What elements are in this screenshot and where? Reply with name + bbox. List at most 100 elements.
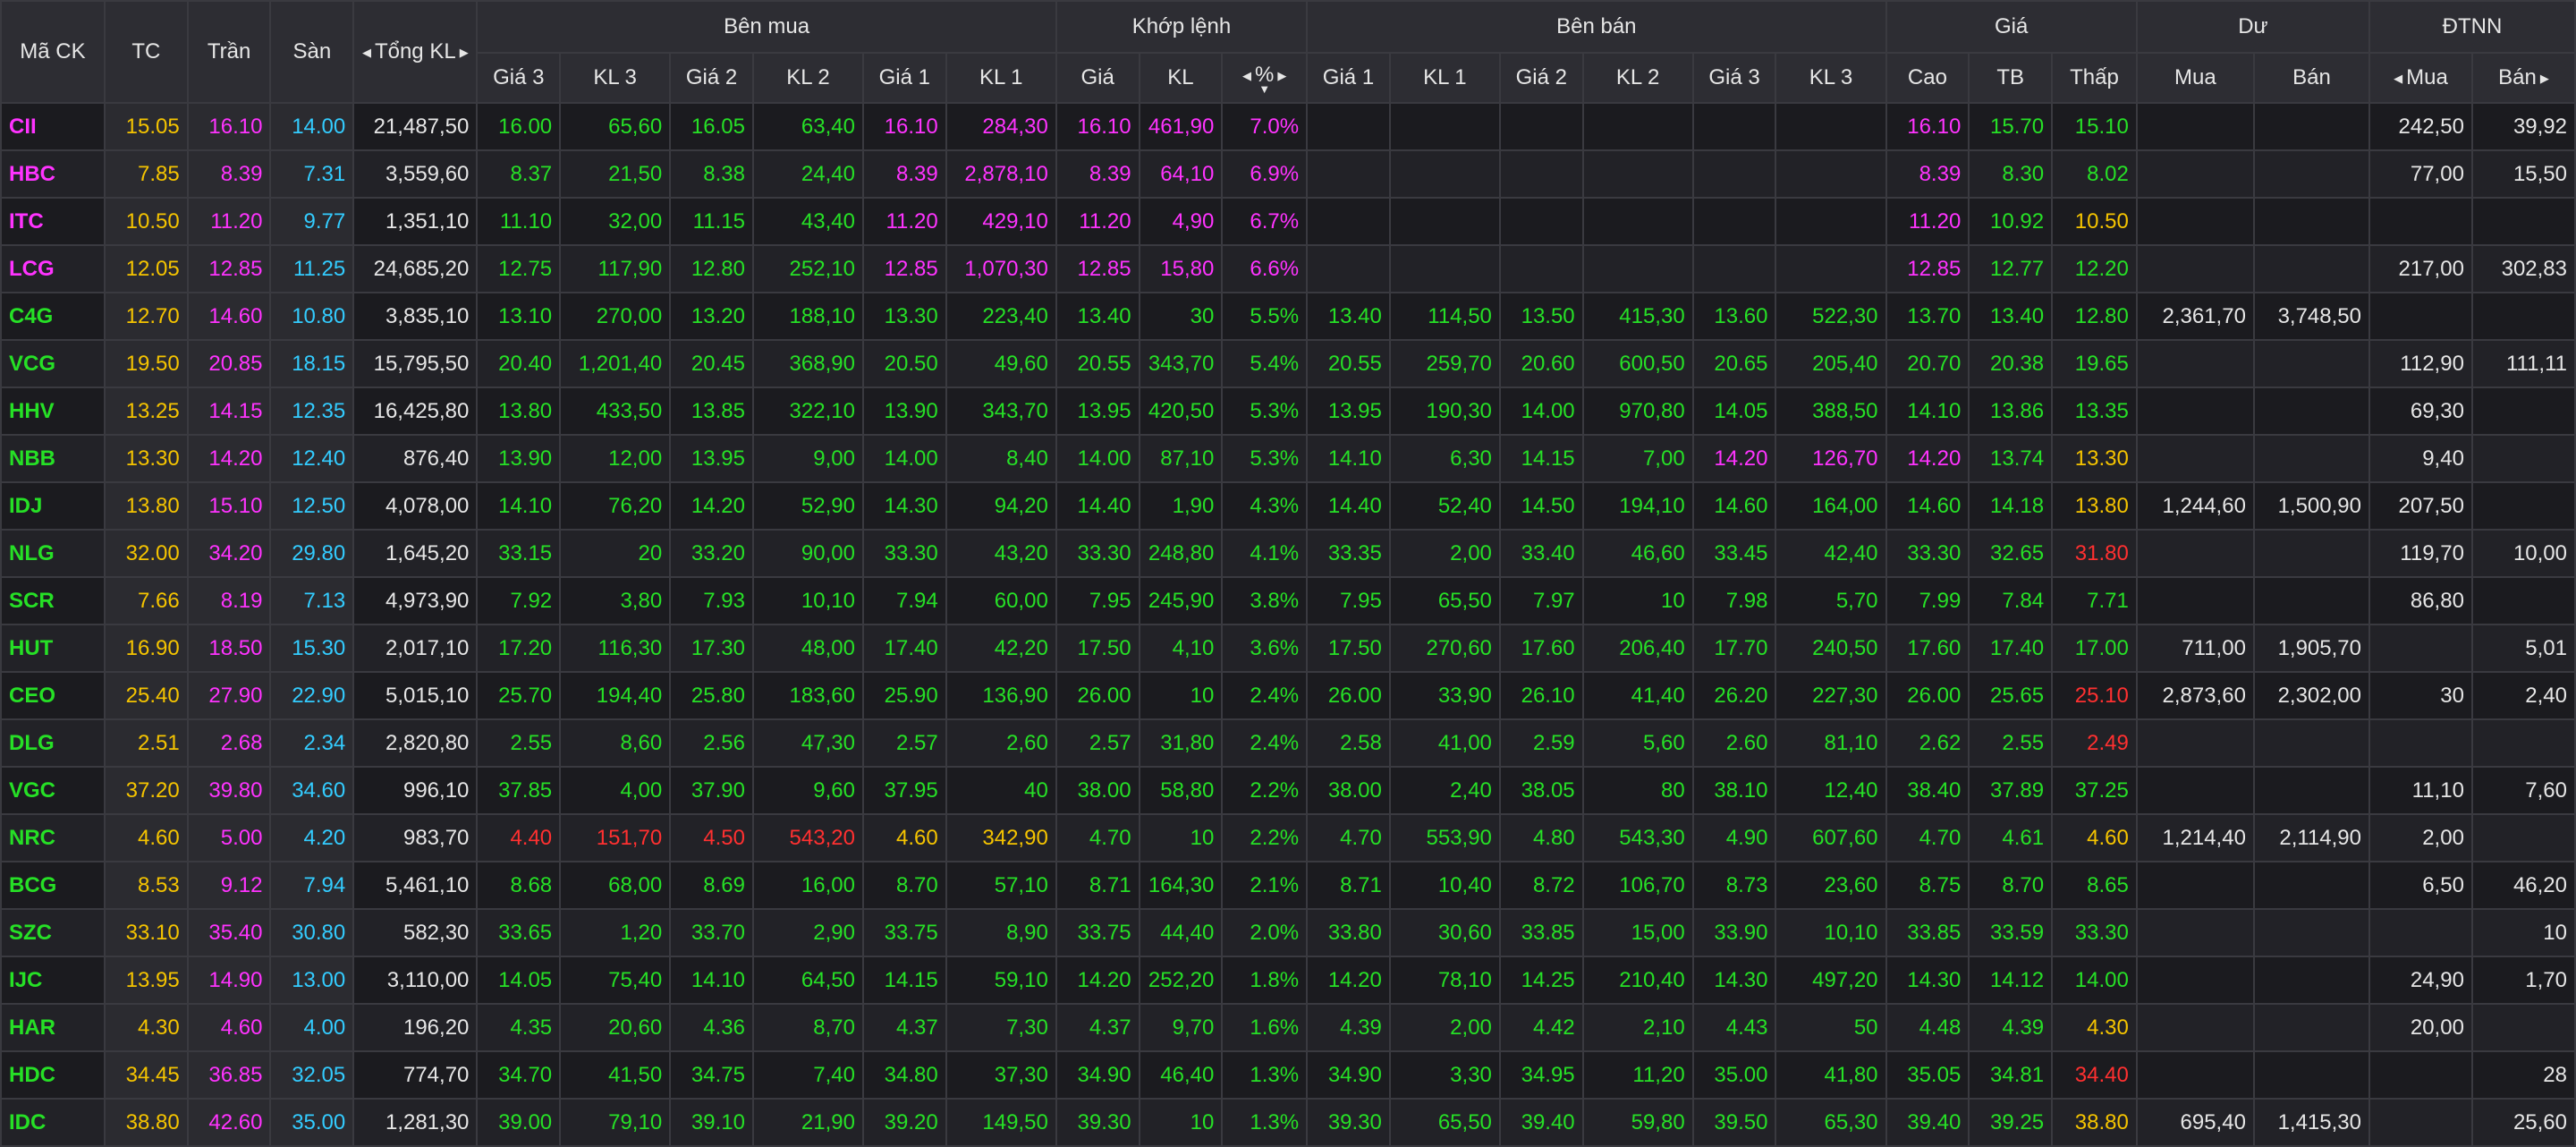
subheader-col-6[interactable]: Giá (1055, 52, 1140, 104)
stock-symbol[interactable]: CEO (0, 671, 106, 720)
subheader-col-11[interactable]: Giá 2 (1498, 52, 1584, 104)
table-row[interactable]: DLG 2.51 2.68 2.34 2,820,80 2.55 8,60 2.56 47,30… (0, 718, 2576, 768)
table-cell: 7.66 (103, 576, 189, 625)
header-foreign[interactable]: ĐTNN (2368, 0, 2576, 54)
subheader-col-8[interactable]: %▼ (1221, 52, 1309, 104)
table-cell: 149,50 (945, 1098, 1057, 1147)
header-total[interactable]: Tổng KL (352, 0, 479, 104)
table-cell: 543,20 (751, 813, 864, 862)
table-cell: 37,30 (945, 1050, 1057, 1100)
table-row[interactable]: HAR 4.30 4.60 4.00 196,20 4.35 20,60 4.36 8,70 4.… (0, 1003, 2576, 1052)
header-buy[interactable]: Bên mua (476, 0, 1057, 54)
table-cell: 64,50 (751, 956, 864, 1005)
table-row[interactable]: CEO 25.40 27.90 22.90 5,015,10 25.70 194,40 25.… (0, 671, 2576, 720)
table-cell: 10 (1581, 576, 1694, 625)
table-row[interactable]: BCG 8.53 9.12 7.94 5,461,10 8.68 68,00 8.69 16,0… (0, 861, 2576, 910)
table-cell: 43,40 (751, 197, 864, 246)
subheader-col-9[interactable]: Giá 1 (1306, 52, 1391, 104)
stock-symbol[interactable]: BCG (0, 861, 106, 910)
table-row[interactable]: IJC 13.95 14.90 13.00 3,110,00 14.05 75,40 14.1… (0, 956, 2576, 1005)
table-row[interactable]: NLG 32.00 34.20 29.80 1,645,20 33.15 20 33.20 90… (0, 529, 2576, 578)
table-row[interactable]: IDC 38.80 42.60 35.00 1,281,30 39.00 79,10 39.1… (0, 1098, 2576, 1147)
subheader-col-15[interactable]: Cao (1885, 52, 1970, 104)
table-row[interactable]: HUT 16.90 18.50 15.30 2,017,10 17.20 116,30 17.… (0, 624, 2576, 673)
stock-symbol[interactable]: HAR (0, 1003, 106, 1052)
subheader-col-17[interactable]: Thấp (2051, 52, 2138, 104)
stock-symbol[interactable]: VCG (0, 339, 106, 388)
subheader-col-19[interactable]: Bán (2252, 52, 2370, 104)
subheader-col-14[interactable]: KL 3 (1775, 52, 1887, 104)
table-row[interactable]: NRC 4.60 5.00 4.20 983,70 4.40 151,70 4.50 543,2… (0, 813, 2576, 862)
table-cell: 388,50 (1775, 387, 1887, 436)
table-cell: 4.30 (103, 1003, 189, 1052)
subheader-col-21[interactable]: Bán (2470, 52, 2576, 104)
stock-symbol[interactable]: HHV (0, 387, 106, 436)
stock-symbol[interactable]: NBB (0, 434, 106, 483)
header-remain[interactable]: Dư (2135, 0, 2370, 54)
stock-symbol[interactable]: HBC (0, 149, 106, 199)
stock-symbol[interactable]: IJC (0, 956, 106, 1005)
subheader-col-1[interactable]: KL 3 (559, 52, 672, 104)
table-row[interactable]: VCG 19.50 20.85 18.15 15,795,50 20.40 1,201,40… (0, 339, 2576, 388)
subheader-col-5[interactable]: KL 1 (945, 52, 1057, 104)
subheader-col-4[interactable]: Giá 1 (861, 52, 947, 104)
stock-symbol[interactable]: LCG (0, 244, 106, 293)
header-label: Bên mua (724, 14, 810, 38)
header-symbol[interactable]: Mã CK (0, 0, 106, 104)
table-row[interactable]: C4G 12.70 14.60 10.80 3,835,10 13.10 270,00 13.… (0, 292, 2576, 341)
table-row[interactable]: ITC 10.50 11.20 9.77 1,351,10 11.10 32,00 11.15… (0, 197, 2576, 246)
table-cell: 33.10 (103, 908, 189, 957)
table-header: Mã CK TC Trần Sàn Tổng KL Bên mua Khớp lệnh Bên… (0, 0, 2576, 104)
subheader-col-16[interactable]: TB (1968, 52, 2054, 104)
table-row[interactable]: VGC 37.20 39.80 34.60 996,10 37.85 4,00 37.90 9,… (0, 766, 2576, 815)
table-row[interactable]: IDJ 13.80 15.10 12.50 4,078,00 14.10 76,20 14.2… (0, 481, 2576, 531)
table-row[interactable]: HHV 13.25 14.15 12.35 16,425,80 13.80 433,50 13… (0, 387, 2576, 436)
table-cell: 12.05 (103, 244, 189, 293)
stock-symbol[interactable]: DLG (0, 718, 106, 768)
stock-symbol[interactable]: CII (0, 102, 106, 151)
table-cell: 14.18 (1968, 481, 2054, 531)
subheader-col-12[interactable]: KL 2 (1581, 52, 1694, 104)
stock-symbol[interactable]: ITC (0, 197, 106, 246)
header-ceil[interactable]: Trần (186, 0, 272, 104)
table-cell (2135, 908, 2255, 957)
stock-symbol[interactable]: IDJ (0, 481, 106, 531)
subheader-col-18[interactable]: Mua (2135, 52, 2255, 104)
table-cell: 7.13 (269, 576, 355, 625)
table-cell: 21,90 (751, 1098, 864, 1147)
table-cell: 4.20 (269, 813, 355, 862)
table-cell: 17.50 (1306, 624, 1391, 673)
subheader-col-0[interactable]: Giá 3 (476, 52, 562, 104)
stock-symbol[interactable]: IDC (0, 1098, 106, 1147)
stock-symbol[interactable]: VGC (0, 766, 106, 815)
subheader-col-20[interactable]: Mua (2368, 52, 2473, 104)
table-cell: 33.15 (476, 529, 562, 578)
subheader-col-7[interactable]: KL (1138, 52, 1224, 104)
subheader-col-2[interactable]: Giá 2 (669, 52, 754, 104)
stock-symbol[interactable]: C4G (0, 292, 106, 341)
stock-symbol[interactable]: SZC (0, 908, 106, 957)
subheader-col-10[interactable]: KL 1 (1388, 52, 1501, 104)
stock-symbol[interactable]: SCR (0, 576, 106, 625)
header-price[interactable]: Giá (1885, 0, 2138, 54)
subheader-col-3[interactable]: KL 2 (751, 52, 864, 104)
table-row[interactable]: HBC 7.85 8.39 7.31 3,559,60 8.37 21,50 8.38 24,4… (0, 149, 2576, 199)
table-row[interactable]: NBB 13.30 14.20 12.40 876,40 13.90 12,00 13.95 9… (0, 434, 2576, 483)
subheader-col-13[interactable]: Giá 3 (1691, 52, 1777, 104)
table-row[interactable]: SCR 7.66 8.19 7.13 4,973,90 7.92 3,80 7.93 10,10… (0, 576, 2576, 625)
stock-symbol[interactable]: NRC (0, 813, 106, 862)
header-floor[interactable]: Sàn (269, 0, 355, 104)
table-row[interactable]: CII 15.05 16.10 14.00 21,487,50 16.00 65,60 16.… (0, 102, 2576, 151)
header-ref[interactable]: TC (103, 0, 189, 104)
stock-symbol[interactable]: HDC (0, 1050, 106, 1100)
header-sell[interactable]: Bên bán (1306, 0, 1887, 54)
table-row[interactable]: HDC 34.45 36.85 32.05 774,70 34.70 41,50 34.75 7… (0, 1050, 2576, 1100)
stock-symbol[interactable]: NLG (0, 529, 106, 578)
table-cell: 69,30 (2368, 387, 2473, 436)
table-row[interactable]: SZC 33.10 35.40 30.80 582,30 33.65 1,20 33.70 2,… (0, 908, 2576, 957)
table-row[interactable]: LCG 12.05 12.85 11.25 24,685,20 12.75 117,90 12… (0, 244, 2576, 293)
header-match[interactable]: Khớp lệnh (1055, 0, 1309, 54)
table-cell: 695,40 (2135, 1098, 2255, 1147)
stock-symbol[interactable]: HUT (0, 624, 106, 673)
table-cell: 17.40 (861, 624, 947, 673)
